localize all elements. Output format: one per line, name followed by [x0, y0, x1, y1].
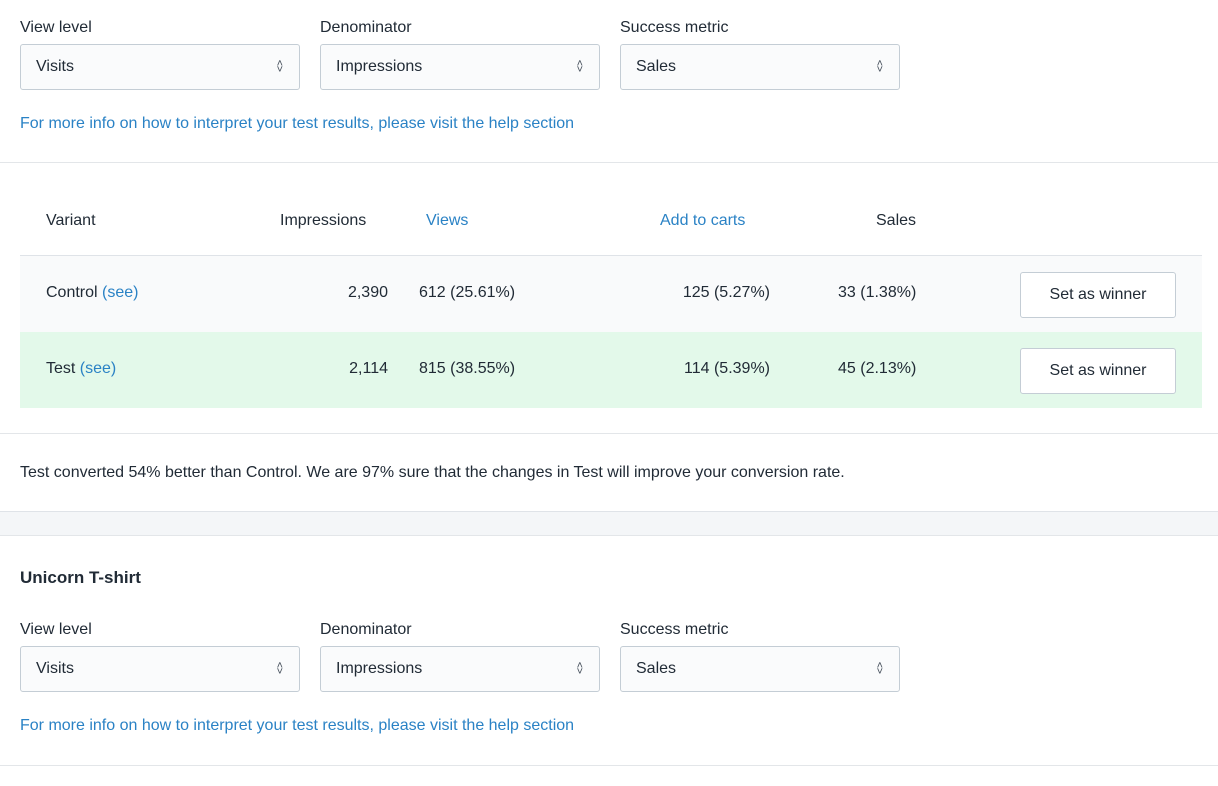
select-arrows-icon: ˄ ˅	[876, 660, 883, 678]
sales-cell: 33 (1.38%)	[838, 284, 917, 301]
sales-cell: 45 (2.13%)	[838, 360, 917, 377]
impressions-cell: 2,114	[349, 360, 388, 377]
header-views[interactable]: Views	[426, 212, 468, 230]
variant-name: Control	[46, 284, 98, 301]
success-metric-label: Success metric	[620, 19, 729, 36]
view-level-label: View level	[20, 19, 92, 36]
views-cell: 612 (25.61%)	[419, 284, 516, 301]
test-summary: Test converted 54% better than Control. …	[20, 464, 845, 481]
add-to-carts-cell: 114 (5.39%)	[684, 360, 770, 377]
table-row-test: Test (see) 2,114 815 (38.55%) 114 (5.39%…	[20, 332, 1202, 408]
success-metric-select[interactable]: Sales ˄ ˅	[620, 646, 900, 692]
help-section-link[interactable]: For more info on how to interpret your t…	[20, 717, 574, 735]
view-level-select[interactable]: Visits ˄ ˅	[20, 646, 300, 692]
denominator-filter: Denominator Impressions ˄ ˅	[320, 619, 600, 692]
denominator-value: Impressions	[336, 58, 423, 75]
header-variant: Variant	[46, 212, 96, 229]
view-level-filter: View level Visits ˄ ˅	[20, 619, 300, 692]
view-level-value: Visits	[36, 660, 74, 677]
set-as-winner-button[interactable]: Set as winner	[1020, 348, 1176, 394]
success-metric-value: Sales	[636, 58, 677, 75]
table-row-control: Control (see) 2,390 612 (25.61%) 125 (5.…	[20, 256, 1202, 332]
select-arrows-icon: ˄ ˅	[276, 58, 283, 76]
product-filters: View level Visits ˄ ˅ Denominator Impress…	[20, 619, 920, 692]
variant-cell: Control (see)	[46, 284, 138, 302]
select-arrows-icon: ˄ ˅	[276, 660, 283, 678]
add-to-carts-cell: 125 (5.27%)	[682, 284, 770, 301]
see-variant-link[interactable]: (see)	[102, 284, 138, 301]
table-header: Variant Impressions Views Add to carts S…	[20, 190, 1202, 256]
help-section-link[interactable]: For more info on how to interpret your t…	[20, 115, 574, 133]
variant-cell: Test (see)	[46, 360, 116, 378]
divider	[0, 765, 1218, 766]
view-level-label: View level	[20, 621, 92, 638]
success-metric-filter: Success metric Sales ˄ ˅	[620, 619, 900, 692]
header-impressions: Impressions	[280, 212, 367, 229]
success-metric-value: Sales	[636, 660, 677, 677]
top-filters: View level Visits ˄ ˅ Denominator Impress…	[20, 17, 920, 90]
select-arrows-icon: ˄ ˅	[876, 58, 883, 76]
product-title: Unicorn T-shirt	[20, 568, 141, 587]
section-separator	[0, 511, 1218, 536]
denominator-value: Impressions	[336, 660, 423, 677]
select-arrows-icon: ˄ ˅	[576, 58, 583, 76]
success-metric-label: Success metric	[620, 621, 729, 638]
header-add-to-carts[interactable]: Add to carts	[660, 212, 745, 230]
view-level-filter: View level Visits ˄ ˅	[20, 17, 300, 90]
results-table: Variant Impressions Views Add to carts S…	[20, 190, 1202, 408]
denominator-select[interactable]: Impressions ˄ ˅	[320, 44, 600, 90]
denominator-filter: Denominator Impressions ˄ ˅	[320, 17, 600, 90]
header-sales: Sales	[876, 212, 917, 229]
divider	[0, 162, 1218, 163]
impressions-cell: 2,390	[347, 284, 388, 301]
denominator-label: Denominator	[320, 621, 412, 638]
variant-name: Test	[46, 360, 76, 377]
view-level-select[interactable]: Visits ˄ ˅	[20, 44, 300, 90]
denominator-label: Denominator	[320, 19, 412, 36]
divider	[0, 433, 1218, 434]
success-metric-select[interactable]: Sales ˄ ˅	[620, 44, 900, 90]
denominator-select[interactable]: Impressions ˄ ˅	[320, 646, 600, 692]
select-arrows-icon: ˄ ˅	[576, 660, 583, 678]
ab-test-results-page: View level Visits ˄ ˅ Denominator Impress…	[0, 0, 1218, 786]
success-metric-filter: Success metric Sales ˄ ˅	[620, 17, 900, 90]
views-cell: 815 (38.55%)	[419, 360, 516, 377]
see-variant-link[interactable]: (see)	[80, 360, 116, 377]
view-level-value: Visits	[36, 58, 74, 75]
set-as-winner-button[interactable]: Set as winner	[1020, 272, 1176, 318]
